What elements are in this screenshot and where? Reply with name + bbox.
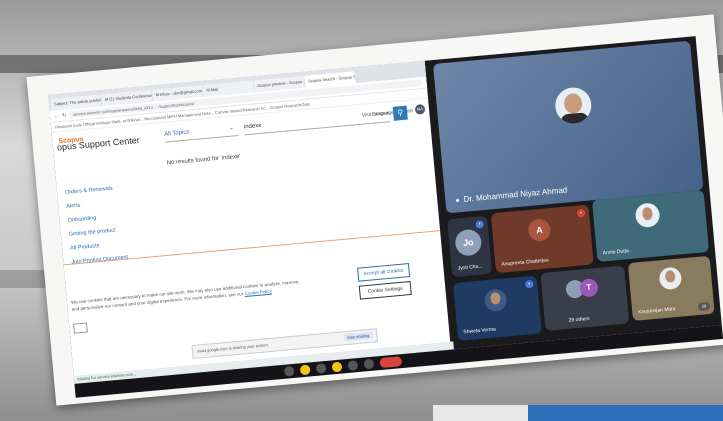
search-button[interactable]: ⚲	[392, 105, 408, 121]
more-options-icon[interactable]	[363, 358, 375, 370]
mic-icon[interactable]	[283, 365, 295, 377]
presenter-name-text: Dr. Mohammad Niyaz Ahmad	[463, 185, 568, 204]
participant-tile[interactable]: Annie Dutta	[591, 190, 710, 262]
accept-cookies-button[interactable]: Accept all cookies	[357, 263, 411, 282]
mic-icon: •	[475, 220, 485, 229]
avatar	[634, 202, 661, 229]
presenter-avatar	[553, 85, 593, 126]
captions-icon[interactable]	[315, 363, 327, 374]
avatar: T	[579, 278, 599, 298]
participant-tile[interactable]: A • Anupreeta Chatterjee	[490, 204, 594, 274]
camera-icon[interactable]	[299, 364, 311, 376]
chevron-down-icon: ⌄	[228, 125, 235, 132]
topic-list: Orders & Renewals Alerts Onboarding Gett…	[65, 181, 129, 270]
browser-window: Subject: The article published... M (1) …	[48, 60, 454, 384]
more-count-badge: 29	[697, 301, 711, 312]
cookie-settings-button[interactable]: Cookie Settings	[358, 280, 412, 300]
participant-tile[interactable]: Jo • Jyoti Chu...	[447, 215, 493, 278]
no-results-message: No results found for 'indexe'	[166, 153, 241, 167]
others-tile[interactable]: T 29 others	[540, 265, 630, 331]
participant-name: Shweta Verma	[463, 326, 497, 336]
participant-name: Anupreeta Chatterjee	[501, 257, 550, 268]
avatar: Jo	[454, 228, 483, 257]
avatar	[483, 288, 508, 313]
meeting-panel: ● Dr. Mohammad Niyaz Ahmad Jo • Jyoti Chu…	[429, 36, 722, 349]
presenter-tile[interactable]: ● Dr. Mohammad Niyaz Ahmad	[432, 40, 704, 214]
screen: Subject: The article published... M (1) …	[48, 36, 723, 398]
mic-muted-icon: •	[576, 208, 586, 218]
participant-name: 29 others	[568, 315, 590, 324]
presenter-name: ● Dr. Mohammad Niyaz Ahmad	[455, 185, 568, 205]
participant-tile[interactable]: • Shweta Verma	[452, 275, 542, 341]
pin-icon: ●	[455, 197, 461, 205]
cookie-text: We use cookies that are necessary to mak…	[70, 279, 300, 312]
cookie-banner-text: We use cookies that are necessary to mak…	[71, 278, 301, 313]
raise-hand-icon[interactable]	[331, 361, 343, 373]
present-icon[interactable]	[347, 360, 359, 371]
reload-icon[interactable]: ↻	[62, 112, 67, 118]
background-white-panel	[433, 405, 528, 421]
back-icon[interactable]: ←	[54, 113, 60, 119]
stop-sharing-button[interactable]: Stop sharing	[343, 331, 373, 342]
mic-icon: •	[524, 279, 534, 289]
participant-name: Koustuvjan Mitra	[638, 306, 676, 316]
end-call-icon[interactable]	[379, 356, 403, 369]
cookie-policy-link[interactable]: Cookie Policy	[244, 289, 272, 296]
topic-select-value: All Topics	[163, 129, 190, 138]
participant-name: Annie Dutta	[602, 248, 630, 257]
participant-tile[interactable]: Koustuvjan Mitra 29	[627, 255, 715, 321]
avatar: A	[527, 218, 552, 243]
cookie-close-button[interactable]	[73, 322, 88, 334]
background-blue-panel	[528, 405, 723, 421]
photographed-printout: Subject: The article published... M (1) …	[26, 14, 723, 406]
participant-name: Jyoti Chu...	[457, 263, 483, 272]
search-icon: ⚲	[396, 107, 404, 118]
share-text: meet.google.com is sharing your screen.	[196, 342, 269, 354]
avatar	[658, 266, 683, 291]
